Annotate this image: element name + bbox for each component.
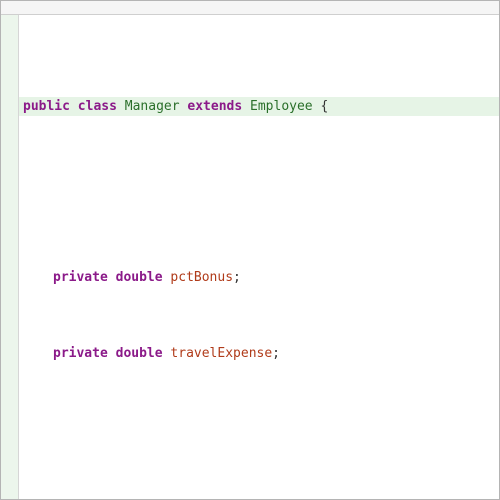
diff-gutter xyxy=(1,15,19,499)
code-line[interactable]: public class Manager extends Employee { xyxy=(19,97,499,116)
code-area[interactable]: public class Manager extends Employee { … xyxy=(19,21,499,499)
identifier: pctBonus xyxy=(170,270,233,285)
code-line[interactable]: private double travelExpense; xyxy=(19,344,499,363)
punct: ; xyxy=(272,346,280,361)
blank-line xyxy=(19,173,499,192)
editor-frame: public class Manager extends Employee { … xyxy=(0,0,500,500)
punct: { xyxy=(320,99,328,114)
keyword: extends xyxy=(187,99,242,114)
top-separator xyxy=(1,1,499,15)
keyword: class xyxy=(78,99,117,114)
code-editor[interactable]: public class Manager extends Employee { … xyxy=(1,15,499,499)
class-name: Employee xyxy=(250,99,313,114)
class-name: Manager xyxy=(125,99,180,114)
keyword: public xyxy=(23,99,70,114)
identifier: travelExpense xyxy=(170,346,272,361)
code-line[interactable]: private double pctBonus; xyxy=(19,268,499,287)
blank-line xyxy=(19,420,499,439)
keyword: private xyxy=(53,346,108,361)
type: double xyxy=(116,270,163,285)
punct: ; xyxy=(233,270,241,285)
keyword: private xyxy=(53,270,108,285)
type: double xyxy=(116,346,163,361)
